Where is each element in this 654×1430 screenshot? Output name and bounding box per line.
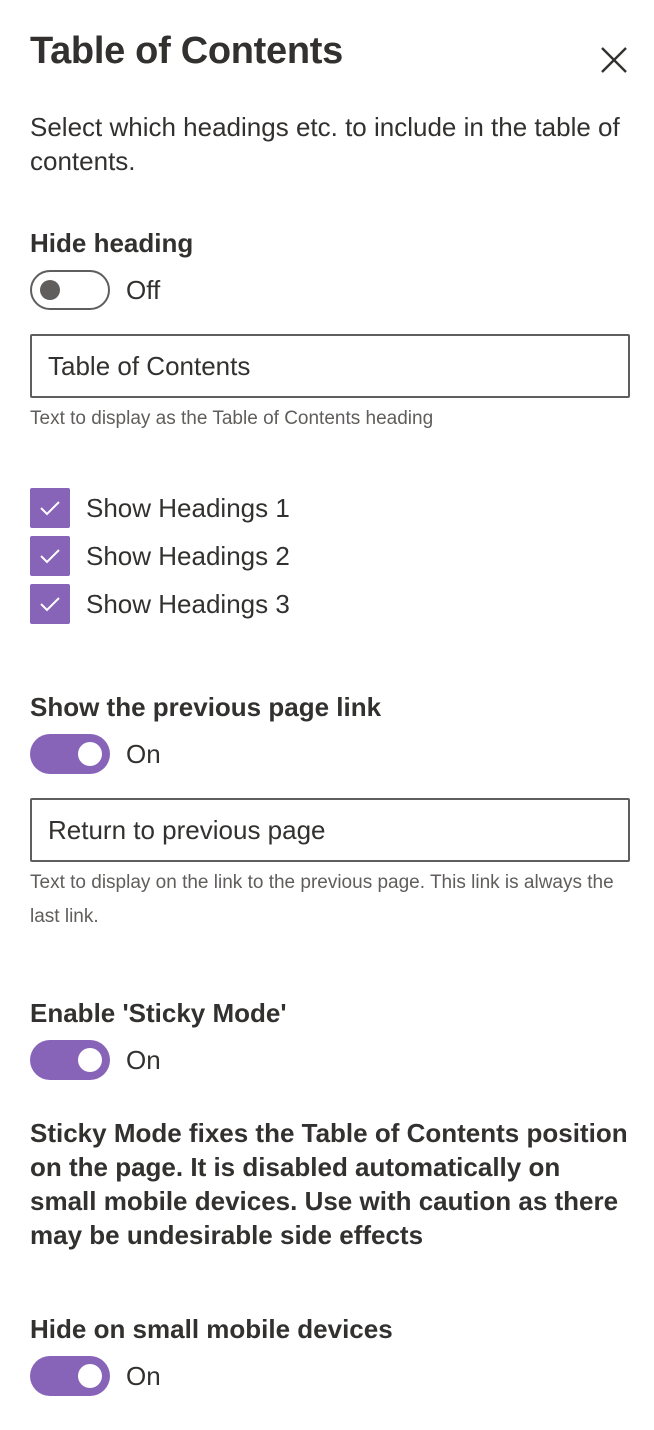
toggle-knob [78,742,102,766]
previous-link-toggle[interactable] [30,734,110,774]
previous-link-toggle-row: On [30,734,161,774]
previous-link-label: Show the previous page link [30,692,382,722]
show-headings-3-checkbox[interactable] [30,584,70,624]
panel-title: Table of Contents [30,30,343,72]
previous-link-help: Text to display on the link to the previ… [30,872,614,927]
sticky-mode-state: On [126,1044,161,1075]
toc-settings-panel: Table of Contents Select which headings … [0,0,654,1430]
heading-text-input[interactable] [30,334,630,398]
hide-mobile-label: Hide on small mobile devices [30,1314,393,1344]
hide-heading-state: Off [126,274,161,305]
toggle-knob [78,1048,102,1072]
show-headings-3-row[interactable]: Show Headings 3 [30,584,290,624]
sticky-mode-toggle[interactable] [30,1040,110,1080]
checkmark-icon [40,549,60,564]
hide-heading-toggle-row: Off [30,270,160,310]
show-headings-2-row[interactable]: Show Headings 2 [30,536,290,576]
previous-link-state: On [126,738,161,769]
hide-mobile-state: On [126,1360,161,1391]
show-headings-1-label: Show Headings 1 [86,492,290,523]
hide-mobile-toggle-row: On [30,1356,161,1396]
toggle-knob [40,280,60,300]
panel-description: Select which headings etc. to include in… [30,112,620,176]
hide-heading-toggle[interactable] [30,270,110,310]
checkmark-icon [40,597,60,612]
show-headings-1-row[interactable]: Show Headings 1 [30,488,290,528]
heading-text-help: Text to display as the Table of Contents… [30,408,434,429]
show-headings-2-label: Show Headings 2 [86,540,290,571]
show-headings-3-label: Show Headings 3 [86,588,290,619]
show-headings-1-checkbox[interactable] [30,488,70,528]
close-icon[interactable] [596,42,632,78]
sticky-mode-toggle-row: On [30,1040,161,1080]
hide-mobile-toggle[interactable] [30,1356,110,1396]
checkmark-icon [40,501,60,516]
hide-heading-label: Hide heading [30,228,194,258]
previous-link-input[interactable] [30,798,630,862]
sticky-mode-note: Sticky Mode fixes the Table of Contents … [30,1118,628,1250]
show-headings-2-checkbox[interactable] [30,536,70,576]
sticky-mode-label: Enable 'Sticky Mode' [30,998,287,1028]
toggle-knob [78,1364,102,1388]
